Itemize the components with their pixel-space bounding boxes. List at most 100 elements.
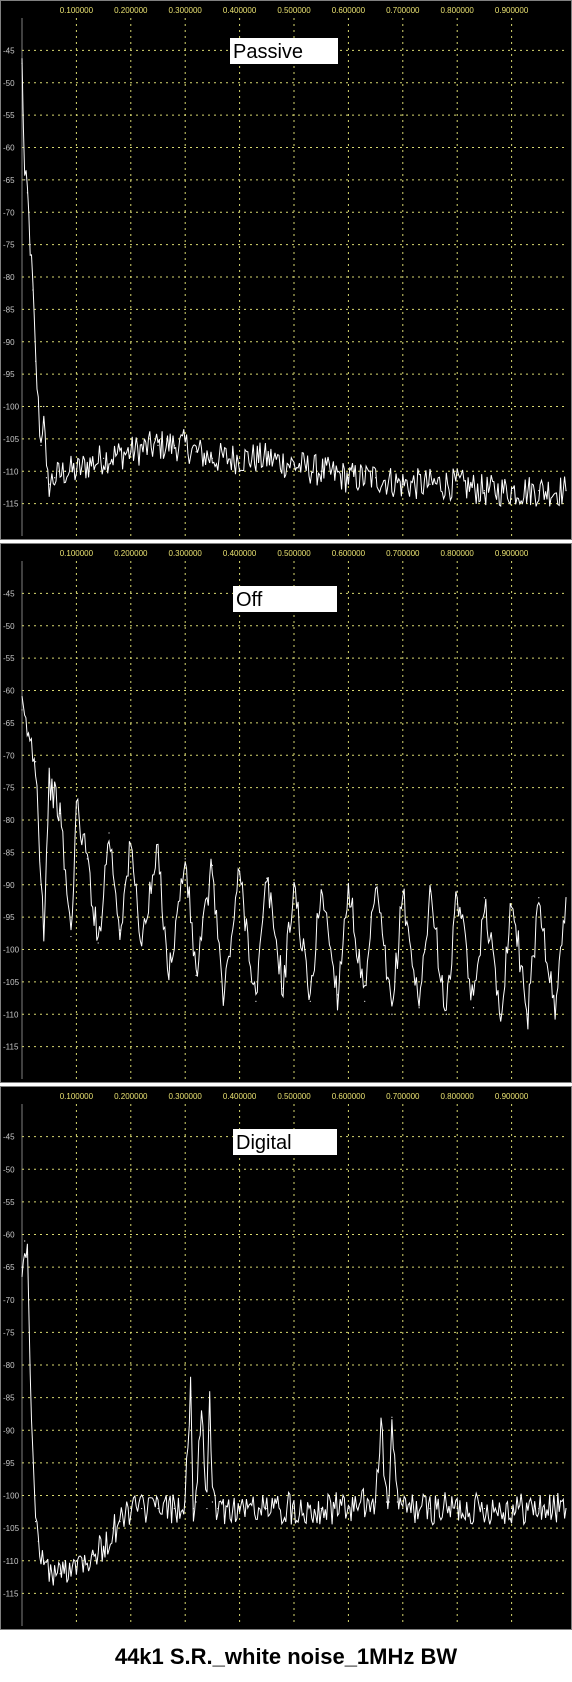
data-point <box>48 1573 50 1575</box>
data-point <box>282 987 284 989</box>
data-point <box>37 1540 39 1542</box>
data-point <box>375 477 377 479</box>
x-tick-label: 0.500000 <box>277 1092 311 1101</box>
data-point <box>391 1013 393 1015</box>
data-point <box>418 1007 420 1009</box>
data-point <box>92 1553 94 1555</box>
y-tick-label: -100 <box>3 946 20 955</box>
data-point <box>190 1390 192 1392</box>
y-tick-label: -65 <box>3 719 15 728</box>
data-point <box>565 897 567 899</box>
data-point <box>43 1560 45 1562</box>
y-tick-label: -70 <box>3 1296 15 1305</box>
x-tick-label: 0.600000 <box>332 1092 366 1101</box>
data-point <box>211 457 213 459</box>
x-tick-label: 0.200000 <box>114 1092 148 1101</box>
x-tick-label: 0.400000 <box>223 1092 257 1101</box>
x-tick-label: 0.700000 <box>386 6 420 15</box>
y-tick-label: -45 <box>3 46 15 55</box>
y-tick-label: -110 <box>3 1010 19 1019</box>
data-point <box>64 470 67 472</box>
data-point <box>472 1007 475 1009</box>
x-tick-label: 0.100000 <box>60 1092 94 1101</box>
data-point <box>347 477 349 479</box>
data-point <box>195 451 197 453</box>
y-tick-label: -95 <box>3 1459 15 1468</box>
data-point <box>21 709 23 711</box>
plot-background <box>0 0 572 540</box>
data-point <box>35 1521 37 1523</box>
data-point <box>347 1507 349 1510</box>
y-tick-label: -115 <box>3 500 19 509</box>
data-point <box>173 444 175 446</box>
data-point <box>222 1000 224 1002</box>
data-point <box>195 974 197 977</box>
y-tick-label: -85 <box>3 305 15 314</box>
data-point <box>239 1507 241 1510</box>
x-tick-label: 0.400000 <box>223 549 257 558</box>
data-point <box>429 890 431 892</box>
x-tick-label: 0.500000 <box>277 6 311 15</box>
data-point <box>375 1501 377 1503</box>
data-point <box>206 1507 208 1510</box>
data-point <box>538 897 540 899</box>
panel-title: Passive <box>233 41 303 63</box>
data-point <box>184 444 186 446</box>
data-point <box>97 942 99 944</box>
data-point <box>157 851 159 853</box>
y-tick-label: -105 <box>3 978 20 987</box>
x-tick-label: 0.800000 <box>441 549 475 558</box>
data-point <box>538 1507 540 1510</box>
data-point <box>75 1560 77 1562</box>
y-tick-label: -105 <box>3 1524 20 1533</box>
x-tick-label: 0.300000 <box>169 549 203 558</box>
data-point <box>59 812 61 815</box>
y-tick-label: -80 <box>3 273 15 282</box>
data-point <box>483 1507 485 1510</box>
y-tick-label: -70 <box>3 751 15 760</box>
y-tick-label: -75 <box>3 1328 15 1337</box>
x-tick-label: 0.900000 <box>495 6 529 15</box>
data-point <box>375 884 377 886</box>
data-point <box>293 464 295 466</box>
data-point <box>429 483 431 485</box>
data-point <box>293 1507 295 1510</box>
data-point <box>511 490 513 492</box>
x-tick-label: 0.700000 <box>386 549 420 558</box>
x-tick-label: 0.100000 <box>60 549 94 558</box>
panel-title: Digital <box>236 1132 292 1154</box>
x-tick-label: 0.200000 <box>114 549 148 558</box>
data-point <box>336 994 339 996</box>
data-point <box>173 1507 175 1510</box>
data-point <box>86 464 88 466</box>
data-point <box>293 884 295 886</box>
data-point <box>184 858 186 860</box>
data-point <box>211 1501 213 1503</box>
panel-title: Off <box>236 589 263 611</box>
data-point <box>320 470 322 472</box>
x-tick-label: 0.600000 <box>332 6 366 15</box>
data-point <box>266 877 268 879</box>
data-point <box>29 1364 31 1366</box>
y-tick-label: -60 <box>3 687 15 696</box>
y-tick-label: -105 <box>3 435 20 444</box>
data-point <box>43 929 45 931</box>
data-point <box>396 1501 398 1503</box>
x-tick-label: 0.400000 <box>223 6 257 15</box>
data-point <box>40 444 42 446</box>
x-tick-label: 0.300000 <box>169 6 203 15</box>
data-point <box>320 1507 322 1510</box>
data-point <box>45 477 48 479</box>
y-tick-label: -75 <box>3 784 15 793</box>
data-point <box>130 845 132 847</box>
y-tick-label: -110 <box>3 1557 19 1566</box>
data-point <box>266 457 268 459</box>
data-point <box>347 884 349 886</box>
data-point <box>500 1013 502 1015</box>
data-point <box>157 1507 159 1510</box>
x-tick-label: 0.600000 <box>332 549 366 558</box>
data-point <box>32 1462 34 1464</box>
data-point <box>380 1423 382 1425</box>
plot-background <box>0 543 572 1083</box>
x-tick-label: 0.300000 <box>169 1092 203 1101</box>
